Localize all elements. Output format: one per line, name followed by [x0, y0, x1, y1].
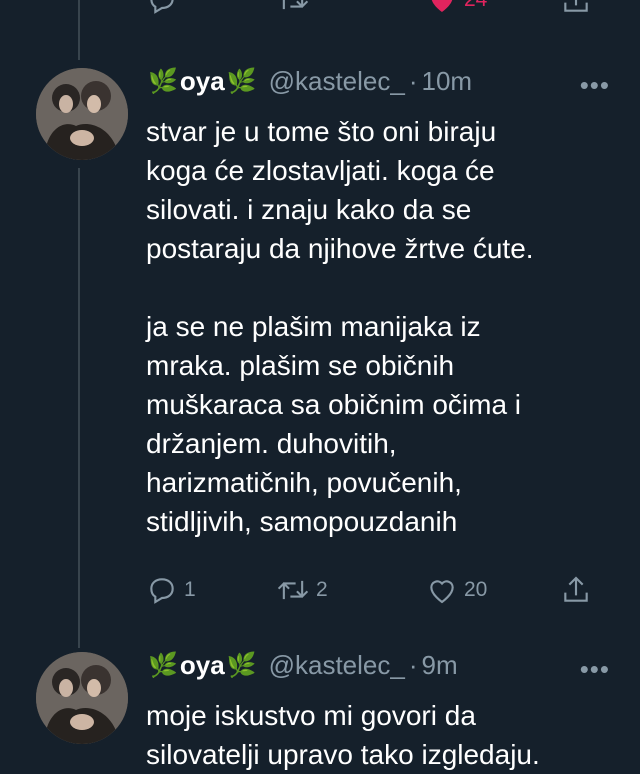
more-options-icon[interactable]: ••• [580, 70, 610, 101]
thread-line-middle [78, 168, 80, 648]
display-name[interactable]: oya [180, 650, 225, 681]
heart-icon [430, 580, 454, 604]
share-button[interactable] [560, 574, 592, 606]
reply-icon [150, 578, 174, 604]
retweet-button[interactable]: 2 [276, 574, 328, 606]
avatar[interactable] [36, 652, 128, 744]
retweet-icon [277, 580, 309, 600]
heart-filled-icon [431, 0, 453, 12]
reply-count: 1 [184, 578, 196, 601]
leaf-emoji: 🌿 [226, 652, 257, 679]
leaf-emoji: 🌿 [148, 68, 178, 95]
share-icon [564, 576, 588, 602]
tweet-text: moje iskustvo mi govori da silovatelji u… [146, 700, 540, 770]
retweet-icon [282, 0, 309, 10]
previous-tweet-actions: 24 [146, 0, 596, 24]
separator: · [408, 66, 418, 96]
user-handle[interactable]: @kastelec_ [269, 650, 405, 681]
avatar-photo-icon [36, 652, 128, 744]
share-button[interactable] [560, 0, 592, 16]
like-button[interactable]: 20 [426, 574, 487, 606]
like-count: 24 [464, 0, 487, 12]
share-icon [564, 0, 588, 12]
avatar-photo-icon [36, 68, 128, 160]
separator: · [408, 650, 418, 680]
timestamp[interactable]: 9m [422, 650, 458, 681]
thread-line-top [78, 0, 80, 60]
reply-icon [150, 0, 174, 14]
user-handle[interactable]: @kastelec_ [269, 66, 405, 97]
tweet-header: 🌿 oya 🌿 @kastelec_ · 9m [146, 650, 458, 681]
reply-button[interactable]: 1 [146, 574, 196, 606]
display-name[interactable]: oya [180, 66, 225, 97]
like-count: 20 [464, 578, 488, 601]
retweet-button[interactable] [276, 0, 310, 16]
leaf-emoji: 🌿 [226, 68, 257, 95]
tweet-text: stvar je u tome što oni biraju koga će z… [146, 116, 534, 537]
tweet-actions: 1 2 20 [146, 574, 596, 614]
retweet-count: 2 [316, 578, 328, 601]
tweet-header: 🌿 oya 🌿 @kastelec_ · 10m [146, 66, 472, 97]
avatar[interactable] [36, 68, 128, 160]
leaf-emoji: 🌿 [148, 652, 178, 679]
more-options-icon[interactable]: ••• [580, 654, 610, 685]
reply-button[interactable] [146, 0, 178, 16]
timestamp[interactable]: 10m [422, 66, 473, 97]
like-button[interactable]: 24 [426, 0, 487, 16]
